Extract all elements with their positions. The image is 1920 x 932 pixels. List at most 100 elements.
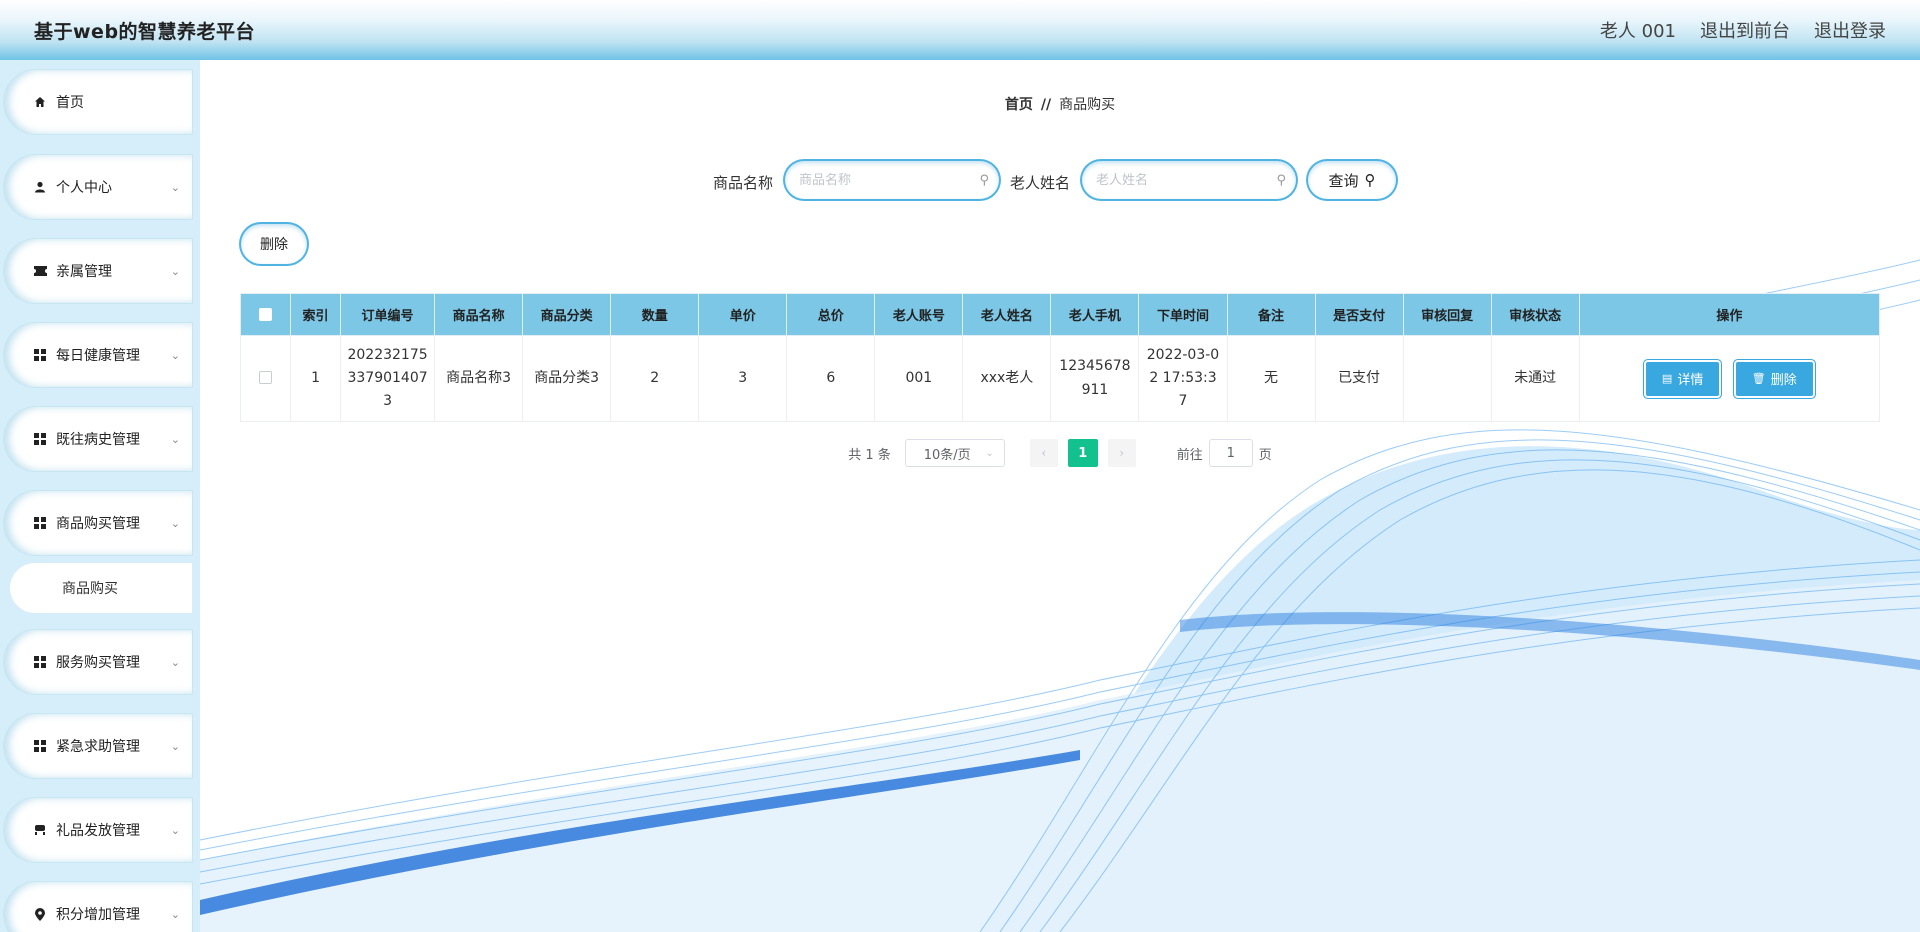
chevron-down-icon: ⌄ bbox=[170, 348, 180, 362]
product-name-search-box: ⚲ bbox=[785, 161, 999, 199]
batch-delete-button[interactable]: 删除 bbox=[241, 224, 307, 264]
page-number-button[interactable]: 1 bbox=[1067, 439, 1098, 467]
sidebar-item-personal-center[interactable]: 个人中心 ⌄ bbox=[4, 155, 192, 219]
chevron-down-icon: ⌄ bbox=[170, 823, 180, 837]
column-header: 操作 bbox=[1578, 293, 1881, 336]
row-select-cell[interactable] bbox=[239, 335, 292, 422]
chevron-down-icon: ⌄ bbox=[170, 432, 180, 446]
select-all-cell[interactable] bbox=[239, 293, 292, 336]
main-content: 首页 // 商品购买 商品名称 ⚲ 老人姓名 ⚲ 查询 ⚲ 删除 索引 bbox=[200, 60, 1920, 932]
sidebar-item-emergency-help[interactable]: 紧急求助管理 ⌄ bbox=[4, 714, 192, 778]
row-checkbox[interactable] bbox=[259, 371, 272, 385]
current-user-label[interactable]: 老人 001 bbox=[1600, 17, 1676, 43]
sidebar-item-label: 积分增加管理 bbox=[56, 907, 140, 923]
detail-button-label: 详情 bbox=[1677, 373, 1704, 388]
column-header: 是否支付 bbox=[1314, 293, 1404, 336]
column-header: 单价 bbox=[698, 293, 788, 336]
trash-icon: 🗑 bbox=[1751, 372, 1766, 385]
chevron-right-icon: › bbox=[1119, 446, 1125, 460]
page-size-select[interactable]: 10条/页 ⌄ bbox=[904, 439, 1005, 467]
product-name-input[interactable] bbox=[799, 172, 980, 188]
product-name-label: 商品名称 bbox=[713, 174, 774, 192]
search-icon: ⚲ bbox=[1364, 171, 1376, 189]
chevron-down-icon: ⌄ bbox=[170, 264, 180, 278]
sidebar-item-service-purchase[interactable]: 服务购买管理 ⌄ bbox=[4, 630, 192, 694]
sidebar-item-label: 紧急求助管理 bbox=[56, 739, 140, 755]
cell-order-time: 2022-03-02 17:53:37 bbox=[1138, 335, 1228, 422]
grid-icon bbox=[32, 656, 48, 668]
cell-product-name: 商品名称3 bbox=[434, 335, 524, 422]
sidebar-item-product-purchase-mgmt[interactable]: 商品购买管理 ⌄ bbox=[4, 491, 192, 555]
sidebar-item-medical-history[interactable]: 既往病史管理 ⌄ bbox=[4, 407, 192, 471]
home-icon bbox=[32, 96, 48, 108]
next-page-button[interactable]: › bbox=[1107, 439, 1136, 467]
column-header: 老人手机 bbox=[1050, 293, 1140, 336]
goto-page-input[interactable] bbox=[1208, 439, 1253, 467]
sidebar-item-points-increase[interactable]: 积分增加管理 ⌄ bbox=[4, 882, 192, 932]
goto-prefix: 前往 bbox=[1176, 447, 1203, 463]
sidebar-subitem-label: 商品购买 bbox=[62, 581, 118, 597]
chevron-down-icon: ⌄ bbox=[170, 739, 180, 753]
chair-icon bbox=[32, 824, 48, 836]
column-header: 数量 bbox=[610, 293, 700, 336]
sidebar-item-label: 亲属管理 bbox=[56, 264, 112, 280]
elder-name-search-box: ⚲ bbox=[1082, 161, 1296, 199]
app-title: 基于web的智慧养老平台 bbox=[34, 20, 256, 43]
breadcrumb: 首页 // 商品购买 bbox=[200, 94, 1920, 114]
goto-suffix: 页 bbox=[1258, 447, 1272, 463]
user-icon bbox=[32, 181, 48, 193]
delete-row-button[interactable]: 🗑 删除 bbox=[1735, 361, 1813, 396]
cell-index: 1 bbox=[290, 335, 342, 422]
sidebar-item-home[interactable]: 首页 bbox=[4, 70, 192, 134]
breadcrumb-home[interactable]: 首页 bbox=[1005, 97, 1033, 113]
pin-icon bbox=[32, 907, 48, 921]
sidebar-item-label: 每日健康管理 bbox=[56, 348, 140, 364]
column-header: 总价 bbox=[786, 293, 876, 336]
chevron-left-icon: ‹ bbox=[1041, 446, 1047, 460]
table-header-row: 索引 订单编号 商品名称 商品分类 数量 单价 总价 老人账号 老人姓名 老人手… bbox=[239, 293, 1881, 336]
back-to-front-link[interactable]: 退出到前台 bbox=[1700, 17, 1790, 43]
sidebar-item-label: 商品购买管理 bbox=[56, 516, 140, 532]
header-actions: 老人 001 退出到前台 退出登录 bbox=[1600, 17, 1886, 43]
column-header: 备注 bbox=[1226, 293, 1316, 336]
select-all-checkbox[interactable] bbox=[259, 308, 272, 321]
sidebar-item-daily-health[interactable]: 每日健康管理 ⌄ bbox=[4, 323, 192, 387]
column-header: 商品名称 bbox=[434, 293, 524, 336]
breadcrumb-current: 商品购买 bbox=[1059, 97, 1116, 113]
chevron-down-icon: ⌄ bbox=[170, 516, 180, 530]
page-size-value: 10条/页 bbox=[923, 447, 971, 463]
chevron-down-icon: ⌄ bbox=[170, 655, 180, 669]
cell-category: 商品分类3 bbox=[522, 335, 612, 422]
query-button[interactable]: 查询 ⚲ bbox=[1308, 161, 1396, 199]
cell-review-reply bbox=[1402, 335, 1492, 422]
delete-row-button-label: 删除 bbox=[1770, 373, 1797, 388]
sidebar-item-label: 服务购买管理 bbox=[56, 655, 140, 671]
total-count: 共 1 条 bbox=[848, 447, 891, 463]
cell-quantity: 2 bbox=[610, 335, 700, 422]
ticket-icon bbox=[32, 266, 48, 276]
cell-elder-name: xxx老人 bbox=[962, 335, 1052, 422]
column-header: 商品分类 bbox=[522, 293, 612, 336]
pagination: 共 1 条 10条/页 ⌄ ‹ 1 › 前往 页 bbox=[200, 439, 1920, 467]
cell-elder-account: 001 bbox=[874, 335, 964, 422]
column-header: 审核回复 bbox=[1402, 293, 1492, 336]
sidebar-item-label: 首页 bbox=[56, 95, 84, 111]
query-button-label: 查询 bbox=[1328, 171, 1359, 190]
cell-paid: 已支付 bbox=[1314, 335, 1404, 422]
elder-name-label: 老人姓名 bbox=[1010, 174, 1071, 192]
chevron-down-icon: ⌄ bbox=[985, 447, 994, 459]
grid-icon bbox=[32, 433, 48, 445]
sidebar-item-label: 礼品发放管理 bbox=[56, 823, 140, 839]
sidebar-item-gift-distribution[interactable]: 礼品发放管理 ⌄ bbox=[4, 798, 192, 862]
elder-name-input[interactable] bbox=[1096, 172, 1277, 188]
grid-icon bbox=[32, 740, 48, 752]
column-header: 老人账号 bbox=[874, 293, 964, 336]
cell-elder-phone: 12345678911 bbox=[1050, 335, 1140, 422]
sidebar-subitem-product-purchase[interactable]: 商品购买 bbox=[10, 563, 192, 613]
prev-page-button[interactable]: ‹ bbox=[1029, 439, 1058, 467]
cell-unit-price: 3 bbox=[698, 335, 788, 422]
sidebar-item-relatives[interactable]: 亲属管理 ⌄ bbox=[4, 239, 192, 303]
detail-button[interactable]: ▤ 详情 bbox=[1645, 361, 1720, 396]
breadcrumb-separator: // bbox=[1040, 97, 1052, 113]
logout-link[interactable]: 退出登录 bbox=[1814, 17, 1886, 43]
